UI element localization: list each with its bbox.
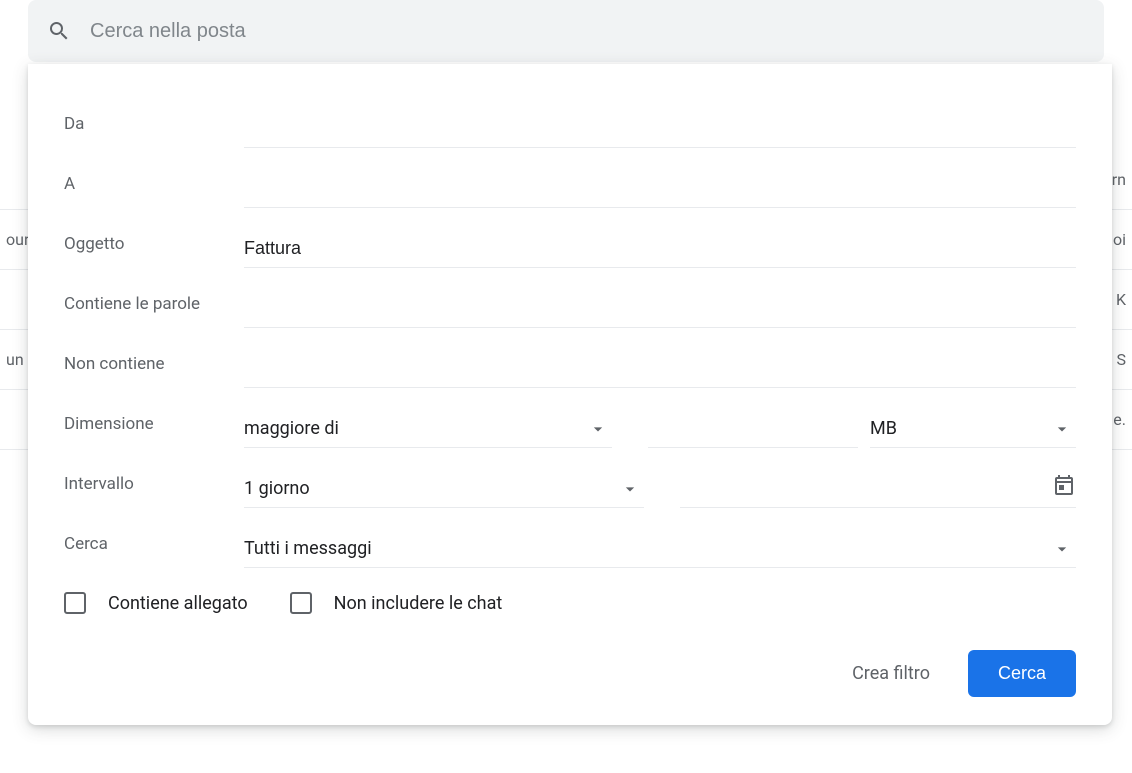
search-button[interactable]: Cerca: [968, 650, 1076, 697]
exclude-chats-checkbox[interactable]: [290, 592, 312, 614]
interval-value: 1 giorno: [244, 478, 310, 499]
chevron-down-icon: [1052, 539, 1072, 559]
size-unit-select[interactable]: MB: [870, 410, 1076, 448]
interval-select[interactable]: 1 giorno: [244, 470, 644, 508]
chevron-down-icon: [1052, 419, 1072, 439]
from-label: Da: [64, 114, 232, 148]
size-label: Dimensione: [64, 414, 232, 448]
has-attachment-label: Contiene allegato: [108, 593, 248, 614]
to-input[interactable]: [244, 170, 1076, 207]
search-bar[interactable]: [28, 0, 1104, 62]
has-words-input[interactable]: [244, 290, 1076, 327]
not-has-label: Non contiene: [64, 354, 232, 388]
has-words-label: Contiene le parole: [64, 294, 232, 328]
size-operator-select[interactable]: maggiore di: [244, 410, 612, 448]
size-unit-value: MB: [870, 418, 897, 439]
not-has-input[interactable]: [244, 350, 1076, 387]
to-label: A: [64, 174, 232, 208]
calendar-icon[interactable]: [1052, 473, 1076, 505]
search-in-label: Cerca: [64, 534, 232, 568]
size-operator-value: maggiore di: [244, 418, 339, 439]
search-input[interactable]: [82, 20, 1096, 43]
search-in-value: Tutti i messaggi: [244, 538, 372, 559]
has-attachment-checkbox[interactable]: [64, 592, 86, 614]
search-icon[interactable]: [36, 8, 82, 54]
subject-input[interactable]: [244, 230, 1076, 267]
subject-label: Oggetto: [64, 234, 232, 268]
interval-date-input[interactable]: [680, 470, 1052, 507]
chevron-down-icon: [620, 479, 640, 499]
size-value-input[interactable]: [648, 410, 858, 447]
interval-label: Intervallo: [64, 474, 232, 508]
search-in-select[interactable]: Tutti i messaggi: [244, 530, 1076, 568]
chevron-down-icon: [588, 419, 608, 439]
from-input[interactable]: [244, 110, 1076, 147]
create-filter-button[interactable]: Crea filtro: [844, 653, 938, 694]
exclude-chats-label: Non includere le chat: [334, 593, 503, 614]
advanced-search-panel: Da A Oggetto Contiene le parole Non cont…: [28, 64, 1112, 725]
